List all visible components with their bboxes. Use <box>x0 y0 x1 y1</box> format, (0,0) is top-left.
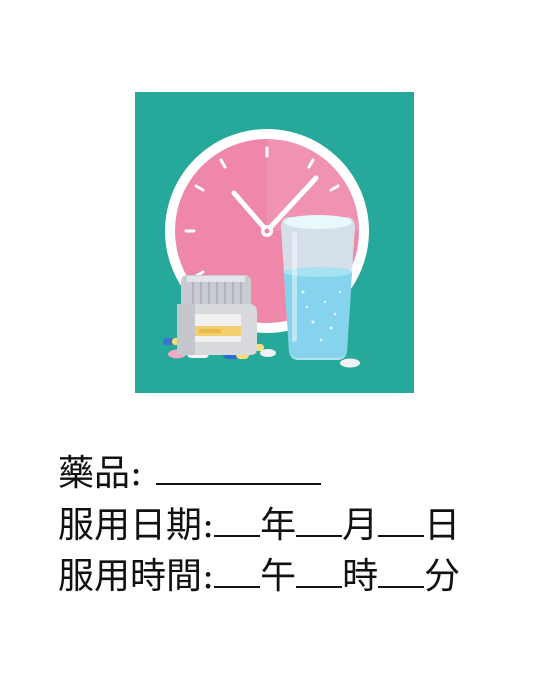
month-unit: 月 <box>342 505 379 546</box>
day-unit: 日 <box>424 505 461 546</box>
year-unit: 年 <box>260 505 297 546</box>
medicine-reminder-illustration <box>135 92 414 393</box>
year-blank[interactable] <box>214 505 261 537</box>
pill-bottle-icon <box>177 275 257 355</box>
time-label: 服用時間: <box>58 556 215 597</box>
minute-unit: 分 <box>424 556 461 597</box>
medicine-label: 藥品: <box>58 453 143 494</box>
medicine-field: 藥品: <box>58 452 322 496</box>
hour-blank[interactable] <box>296 556 343 588</box>
period-unit: 午 <box>260 556 297 597</box>
time-field: 服用時間: 午 時 分 <box>58 555 460 599</box>
date-label: 服用日期: <box>58 505 215 546</box>
am-pm-blank[interactable] <box>214 556 261 588</box>
date-field: 服用日期: 年 月 日 <box>58 504 460 548</box>
month-blank[interactable] <box>296 505 343 537</box>
medicine-blank[interactable] <box>156 453 322 485</box>
water-glass-icon <box>281 215 355 360</box>
day-blank[interactable] <box>378 505 425 537</box>
minute-blank[interactable] <box>378 556 425 588</box>
hour-unit: 時 <box>342 556 379 597</box>
